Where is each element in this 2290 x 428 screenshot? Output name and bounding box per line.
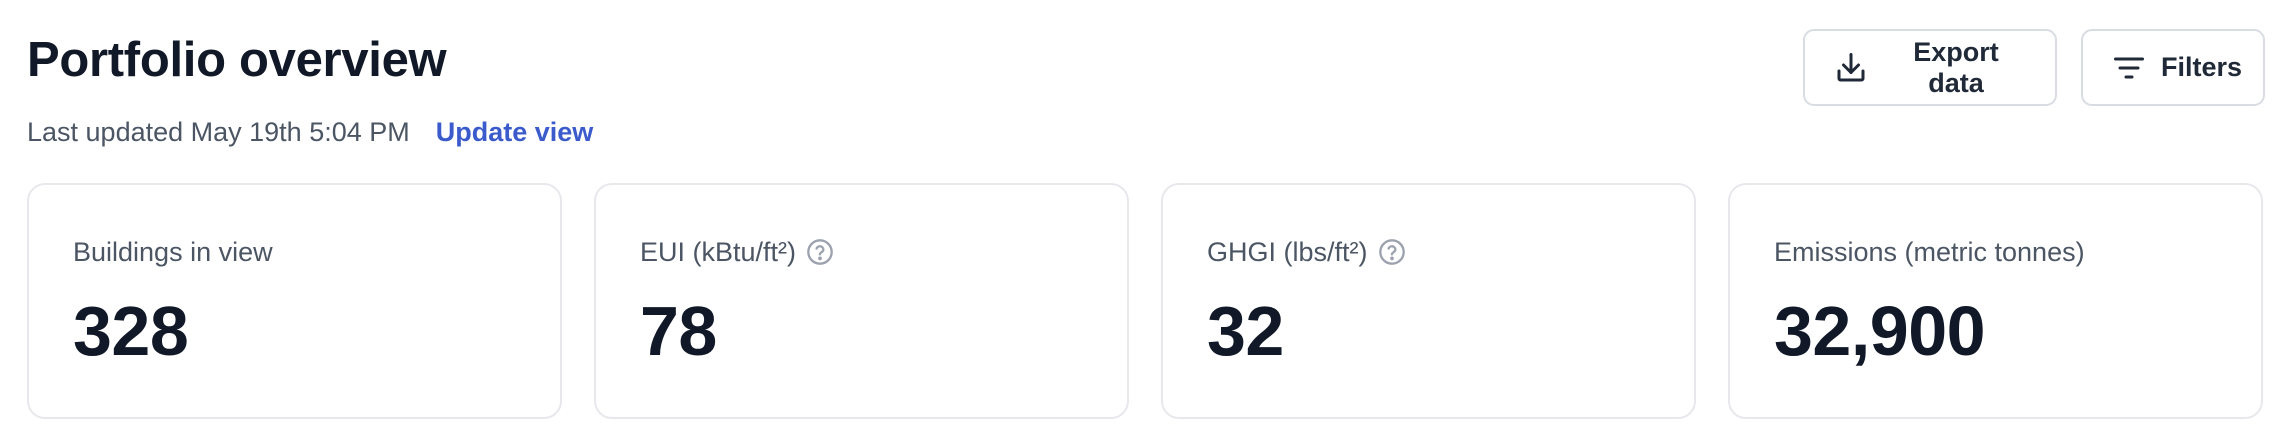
subtitle-row: Last updated May 19th 5:04 PM Update vie… xyxy=(27,116,593,148)
filters-button[interactable]: Filters xyxy=(2081,29,2265,106)
metric-value: 32,900 xyxy=(1774,292,1986,370)
metric-label-row: Emissions (metric tonnes) xyxy=(1774,235,2261,269)
filter-lines-icon xyxy=(2111,50,2147,86)
help-circle-icon[interactable] xyxy=(1378,238,1406,266)
download-icon xyxy=(1833,50,1869,86)
metric-label-row: EUI (kBtu/ft²) xyxy=(640,235,1127,269)
metric-label: Buildings in view xyxy=(73,237,273,267)
metric-label: GHGI (lbs/ft²) xyxy=(1207,237,1368,267)
update-view-link[interactable]: Update view xyxy=(436,116,594,148)
metric-value: 32 xyxy=(1207,292,1284,370)
filters-label: Filters xyxy=(2161,52,2243,82)
last-updated-text: Last updated May 19th 5:04 PM xyxy=(27,117,410,147)
metric-card-emissions: Emissions (metric tonnes) 32,900 xyxy=(1728,183,2263,419)
page-title: Portfolio overview xyxy=(27,33,447,87)
metric-value: 78 xyxy=(640,292,717,370)
help-circle-icon[interactable] xyxy=(806,238,834,266)
metric-card-eui: EUI (kBtu/ft²) 78 xyxy=(594,183,1129,419)
export-data-label: Export data xyxy=(1913,36,1999,98)
metric-cards: Buildings in view 328 EUI (kBtu/ft²) 78 … xyxy=(27,183,2263,419)
metric-label: Emissions (metric tonnes) xyxy=(1774,237,2085,267)
metric-label-row: GHGI (lbs/ft²) xyxy=(1207,235,1694,269)
metric-value: 328 xyxy=(73,292,189,370)
page-header: Portfolio overview Last updated May 19th… xyxy=(27,30,593,148)
portfolio-overview-page: Portfolio overview Last updated May 19th… xyxy=(0,0,2290,428)
header-actions: Export data Filters xyxy=(1803,29,2265,106)
metric-label-row: Buildings in view xyxy=(73,235,560,269)
metric-label: EUI (kBtu/ft²) xyxy=(640,237,797,267)
metric-card-buildings: Buildings in view 328 xyxy=(27,183,562,419)
export-data-button[interactable]: Export data xyxy=(1803,29,2057,106)
metric-card-ghgi: GHGI (lbs/ft²) 32 xyxy=(1161,183,1696,419)
